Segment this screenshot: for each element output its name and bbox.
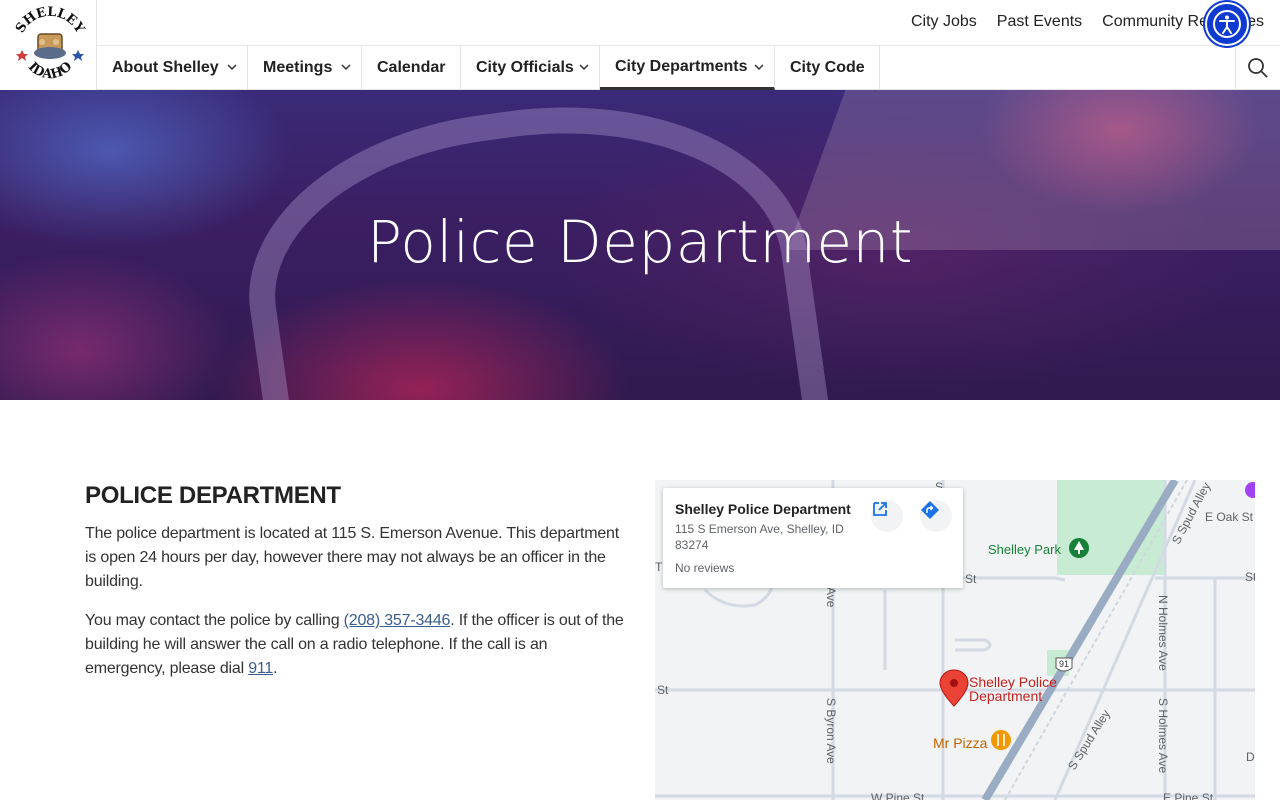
logo-bottom-text: IDAHO: [25, 59, 75, 82]
pin-label-line: Department: [969, 688, 1043, 704]
place-address: 115 S Emerson Ave, Shelley, ID 83274: [675, 522, 844, 552]
external-link-icon: [873, 502, 887, 516]
top-link-city-jobs[interactable]: City Jobs: [911, 13, 977, 31]
street-label: E Pine St: [1163, 791, 1214, 800]
contact-text: You may contact the police by calling: [85, 612, 344, 629]
contact-text: .: [273, 660, 278, 677]
top-link-past-events[interactable]: Past Events: [997, 13, 1082, 31]
street-label: W Pine St: [871, 791, 925, 800]
location-paragraph: The police department is located at 115 …: [85, 525, 619, 590]
nav-item-city-officials[interactable]: City Officials: [461, 46, 600, 90]
search-icon: [1248, 58, 1268, 78]
emergency-link[interactable]: 911: [248, 660, 273, 677]
main-navigation: About Shelley Meetings Calendar City Off…: [97, 46, 1280, 90]
nav-item-city-code[interactable]: City Code: [775, 46, 880, 90]
street-label: S Byron Ave: [824, 698, 838, 764]
embedded-map[interactable]: 91 E Oak St St St St Th S D S Spud Alley…: [655, 480, 1255, 800]
chevron-down-icon: [754, 64, 764, 71]
svg-text:IDAHO: IDAHO: [25, 59, 75, 82]
street-label: N Holmes Ave: [1156, 595, 1170, 671]
map-info-card: Shelley Police Department 115 S Emerson …: [663, 488, 963, 588]
street-label: S Holmes Ave: [1156, 698, 1170, 774]
shelley-idaho-logo-icon: SHELLEY IDAHO: [13, 6, 87, 82]
street-label: E Oak St: [1205, 510, 1254, 524]
nav-label: Meetings: [263, 59, 333, 76]
search-button[interactable]: [1235, 46, 1280, 90]
open-in-maps-button[interactable]: [871, 500, 903, 532]
park-label[interactable]: Shelley Park: [988, 542, 1061, 557]
nav-label: City Departments: [615, 57, 748, 75]
street-label: D: [1246, 750, 1255, 764]
chevron-down-icon: [227, 64, 237, 71]
logo-top-text: SHELLEY: [13, 6, 87, 36]
directions-button[interactable]: [920, 500, 952, 532]
restaurant-icon: [991, 730, 1011, 750]
nav-item-about-shelley[interactable]: About Shelley: [97, 46, 248, 90]
chevron-down-icon: [579, 64, 589, 71]
accessibility-button[interactable]: [1205, 2, 1249, 46]
nav-label: City Code: [790, 59, 865, 76]
place-reviews[interactable]: No reviews: [675, 561, 951, 575]
street-label: St: [965, 572, 977, 586]
nav-label: Calendar: [377, 59, 446, 76]
hero-banner: Police Department: [0, 90, 1280, 400]
nav-label: About Shelley: [112, 59, 219, 76]
section-heading: POLICE DEPARTMENT: [85, 482, 341, 509]
utility-bar: City Jobs Past Events Community Resource…: [97, 0, 1280, 46]
svg-text:SHELLEY: SHELLEY: [13, 6, 87, 36]
nav-item-calendar[interactable]: Calendar: [362, 46, 461, 90]
street-label: St: [1245, 570, 1255, 584]
restaurant-label[interactable]: Mr Pizza: [933, 735, 987, 751]
pin-label[interactable]: Shelley Police Department: [969, 675, 1057, 703]
place-name: Shelley Police Department: [675, 501, 851, 517]
page-title: Police Department: [366, 208, 914, 276]
highway-label: 91: [1059, 659, 1069, 669]
phone-link[interactable]: (208) 357-3446: [344, 612, 451, 629]
street-label: St: [657, 683, 669, 697]
site-logo[interactable]: SHELLEY IDAHO: [0, 0, 97, 90]
main-content: POLICE DEPARTMENT The police department …: [85, 482, 625, 696]
accessibility-icon: [1213, 10, 1241, 38]
nav-item-city-departments[interactable]: City Departments: [600, 46, 775, 90]
street-label: Ave: [824, 587, 838, 608]
nav-item-meetings[interactable]: Meetings: [248, 46, 362, 90]
chevron-down-icon: [341, 64, 351, 71]
contact-paragraph: You may contact the police by calling (2…: [85, 609, 625, 681]
nav-label: City Officials: [476, 59, 574, 76]
directions-icon: [921, 501, 939, 519]
